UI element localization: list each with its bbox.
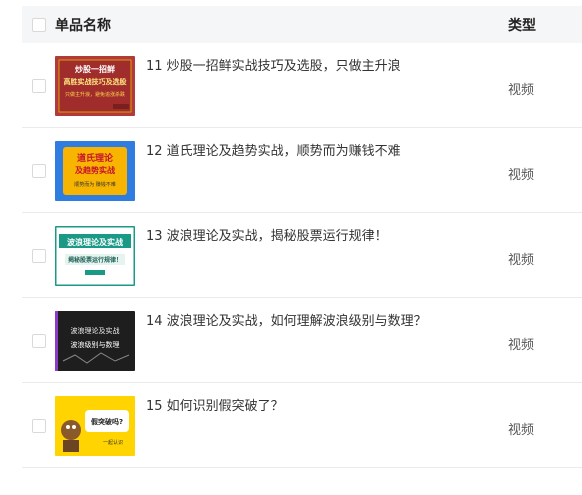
thumb-line-1: 波浪理论及实战 xyxy=(71,326,120,335)
product-table: 单品名称 类型 炒股一招鲜 高胜实战技巧及选股 只做主升浪，避免追涨杀跌 11 … xyxy=(22,6,582,468)
row-checkbox[interactable] xyxy=(32,164,46,178)
thumb-line-1: 波浪理论及实战 xyxy=(67,237,123,247)
table-row[interactable]: 炒股一招鲜 高胜实战技巧及选股 只做主升浪，避免追涨杀跌 11 炒股一招鲜实战技… xyxy=(22,43,582,128)
thumb-line-3: 只做主升浪，避免追涨杀跌 xyxy=(65,91,125,98)
table-header: 单品名称 类型 xyxy=(22,6,582,43)
thumb-line-1: 假突破吗? xyxy=(91,417,123,426)
row-checkbox[interactable] xyxy=(32,249,46,263)
table-row[interactable]: 波浪理论及实战 揭秘股票运行规律！ 13 波浪理论及实战，揭秘股票运行规律！ 视… xyxy=(22,213,582,298)
column-header-type: 类型 xyxy=(508,17,536,34)
item-type: 视频 xyxy=(508,168,535,183)
column-header-name: 单品名称 xyxy=(55,17,111,34)
item-type: 视频 xyxy=(508,338,535,353)
row-checkbox[interactable] xyxy=(32,334,46,348)
table-row[interactable]: 假突破吗? 一起认识 15 如何识别假突破了？ 视频 xyxy=(22,383,582,468)
thumb-line-2: 揭秘股票运行规律！ xyxy=(68,256,122,264)
item-title[interactable]: 13 波浪理论及实战，揭秘股票运行规律！ xyxy=(146,225,388,244)
thumb-line-1: 道氏理论 xyxy=(77,152,114,164)
thumbnail-image[interactable]: 波浪理论及实战 揭秘股票运行规律！ xyxy=(55,226,135,286)
item-title[interactable]: 12 道氏理论及趋势实战，顺势而为赚钱不难 xyxy=(146,140,401,159)
table-row[interactable]: 道氏理论 及趋势实战 顺势而为 赚钱不难 12 道氏理论及趋势实战，顺势而为赚钱… xyxy=(22,128,582,213)
thumb-line-2: 高胜实战技巧及选股 xyxy=(64,77,128,86)
thumb-line-2: 波浪级别与数理 xyxy=(71,340,120,349)
item-title[interactable]: 14 波浪理论及实战，如何理解波浪级别与数理？ xyxy=(146,310,427,329)
item-type: 视频 xyxy=(508,253,535,268)
select-all-checkbox[interactable] xyxy=(32,17,46,32)
row-checkbox[interactable] xyxy=(32,419,46,433)
item-type: 视频 xyxy=(508,83,535,98)
item-title[interactable]: 11 炒股一招鲜实战技巧及选股，只做主升浪 xyxy=(146,55,401,74)
thumbnail-image[interactable]: 波浪理论及实战 波浪级别与数理 xyxy=(55,311,135,371)
thumb-line-3: 顺势而为 赚钱不难 xyxy=(74,181,116,188)
thumbnail-image[interactable]: 假突破吗? 一起认识 xyxy=(55,396,135,456)
thumbnail-image[interactable]: 炒股一招鲜 高胜实战技巧及选股 只做主升浪，避免追涨杀跌 xyxy=(55,56,135,116)
thumbnail-image[interactable]: 道氏理论 及趋势实战 顺势而为 赚钱不难 xyxy=(55,141,135,201)
item-type: 视频 xyxy=(508,423,535,438)
item-title[interactable]: 15 如何识别假突破了？ xyxy=(146,395,284,414)
thumb-line-2: 一起认识 xyxy=(103,439,123,446)
thumb-line-2: 及趋势实战 xyxy=(75,165,115,175)
table-row[interactable]: 波浪理论及实战 波浪级别与数理 14 波浪理论及实战，如何理解波浪级别与数理？ … xyxy=(22,298,582,383)
thumb-line-1: 炒股一招鲜 xyxy=(75,64,115,74)
row-checkbox[interactable] xyxy=(32,79,46,93)
